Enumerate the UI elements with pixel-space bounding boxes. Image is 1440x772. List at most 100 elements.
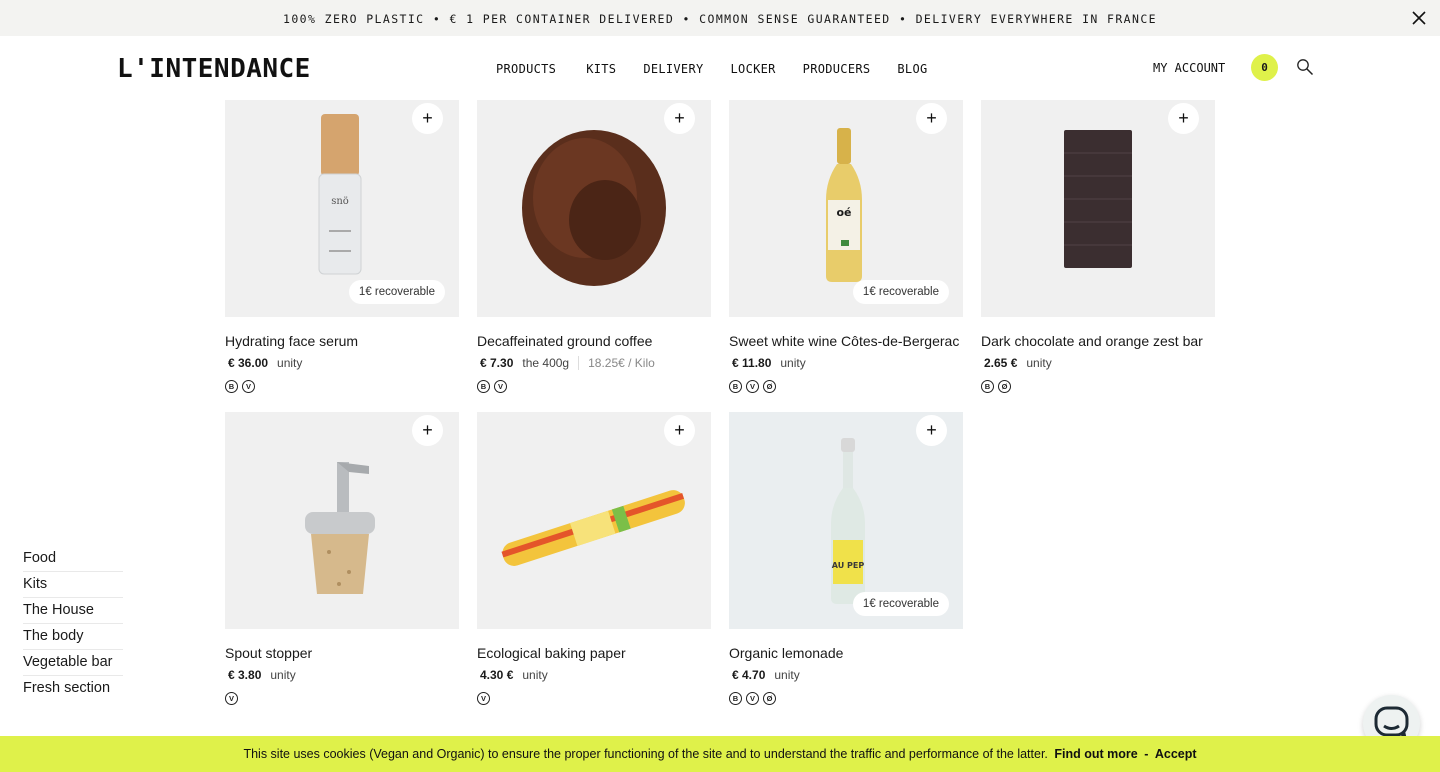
vegan-label-icon: V bbox=[746, 692, 759, 705]
deposit-badge: 1€ recoverable bbox=[348, 280, 445, 304]
sidebar-item-kits[interactable]: Kits bbox=[23, 572, 123, 598]
sidebar-item-the-house[interactable]: The House bbox=[23, 598, 123, 624]
product-image[interactable]: + bbox=[477, 412, 711, 629]
accept-cookies-button[interactable]: Accept bbox=[1155, 747, 1197, 761]
product-image[interactable]: + bbox=[225, 412, 459, 629]
price-row: 4.30 € unity bbox=[477, 667, 711, 683]
product-name[interactable]: Sweet white wine Côtes-de-Bergerac bbox=[729, 333, 963, 349]
product-price: € 3.80 bbox=[228, 668, 262, 682]
sidebar-item-the-body[interactable]: The body bbox=[23, 624, 123, 650]
vegan-label-icon: V bbox=[746, 380, 759, 393]
price-row: € 11.80 unity bbox=[729, 355, 963, 371]
site-logo[interactable]: L'INTENDANCE bbox=[117, 54, 311, 84]
product-unit: unity bbox=[277, 356, 303, 370]
svg-text:AU PEP: AU PEP bbox=[832, 561, 865, 570]
product-name[interactable]: Dark chocolate and orange zest bar bbox=[981, 333, 1215, 349]
vegan-label-icon: V bbox=[477, 692, 490, 705]
gluten-free-label-icon: Ø bbox=[998, 380, 1011, 393]
product-labels: V bbox=[477, 692, 711, 705]
cookie-message: This site uses cookies (Vegan and Organi… bbox=[243, 747, 1048, 761]
nav-products[interactable]: PRODUCTS bbox=[496, 62, 556, 76]
product-card[interactable]: + Ecological baking paper 4.30 € unity V bbox=[477, 412, 711, 705]
cart-button[interactable]: 0 bbox=[1251, 54, 1278, 81]
add-to-cart-button[interactable]: + bbox=[1168, 103, 1199, 134]
organic-label-icon: B bbox=[729, 380, 742, 393]
product-unit: unity bbox=[522, 668, 548, 682]
product-card[interactable]: + Spout stopper € 3.80 unity V bbox=[225, 412, 459, 705]
product-name[interactable]: Hydrating face serum bbox=[225, 333, 459, 349]
product-unit: unity bbox=[780, 356, 806, 370]
product-labels: B V bbox=[225, 380, 459, 393]
gluten-free-label-icon: Ø bbox=[763, 380, 776, 393]
product-card[interactable]: snö + 1€ recoverable Hydrating face seru… bbox=[225, 100, 459, 393]
product-price: € 4.70 bbox=[732, 668, 766, 682]
cookie-banner: This site uses cookies (Vegan and Organi… bbox=[0, 736, 1440, 772]
nav-blog[interactable]: BLOG bbox=[897, 62, 927, 76]
nav-locker[interactable]: LOCKER bbox=[731, 62, 776, 76]
nav-delivery[interactable]: DELIVERY bbox=[643, 62, 703, 76]
product-labels: V bbox=[225, 692, 459, 705]
add-to-cart-button[interactable]: + bbox=[664, 103, 695, 134]
product-image[interactable]: + bbox=[477, 100, 711, 317]
gluten-free-label-icon: Ø bbox=[763, 692, 776, 705]
cookie-separator: - bbox=[1144, 747, 1149, 761]
product-labels: B V Ø bbox=[729, 692, 963, 705]
close-icon[interactable] bbox=[1410, 9, 1428, 27]
product-labels: B V bbox=[477, 380, 711, 393]
site-header: L'INTENDANCE PRODUCTS KITS DELIVERY LOCK… bbox=[0, 36, 1440, 100]
deposit-badge: 1€ recoverable bbox=[852, 280, 949, 304]
product-price: 2.65 € bbox=[984, 356, 1018, 370]
product-unit: unity bbox=[774, 668, 800, 682]
product-name[interactable]: Organic lemonade bbox=[729, 645, 963, 661]
deposit-badge: 1€ recoverable bbox=[852, 592, 949, 616]
find-out-more-link[interactable]: Find out more bbox=[1054, 747, 1137, 761]
organic-label-icon: B bbox=[477, 380, 490, 393]
product-price: € 7.30 bbox=[480, 356, 514, 370]
announcement-bar: 100% ZERO PLASTIC • € 1 PER CONTAINER DE… bbox=[0, 0, 1440, 36]
product-name[interactable]: Spout stopper bbox=[225, 645, 459, 661]
product-card[interactable]: + Dark chocolate and orange zest bar 2.6… bbox=[981, 100, 1215, 393]
product-unit: unity bbox=[1026, 356, 1052, 370]
search-icon[interactable] bbox=[1296, 58, 1314, 76]
nav-producers[interactable]: PRODUCERS bbox=[803, 62, 871, 76]
product-labels: B Ø bbox=[981, 380, 1215, 393]
vegan-label-icon: V bbox=[494, 380, 507, 393]
product-image[interactable]: + bbox=[981, 100, 1215, 317]
price-row: € 3.80 unity bbox=[225, 667, 459, 683]
add-to-cart-button[interactable]: + bbox=[412, 415, 443, 446]
main-nav: PRODUCTS KITS DELIVERY LOCKER PRODUCERS … bbox=[496, 62, 928, 76]
product-price: € 36.00 bbox=[228, 356, 269, 370]
product-image[interactable]: oé + 1€ recoverable bbox=[729, 100, 963, 317]
price-row: 2.65 € unity bbox=[981, 355, 1215, 371]
product-card[interactable]: + Decaffeinated ground coffee € 7.30 the… bbox=[477, 100, 711, 393]
product-name[interactable]: Ecological baking paper bbox=[477, 645, 711, 661]
sidebar-item-vegetable-bar[interactable]: Vegetable bar bbox=[23, 650, 123, 676]
sidebar-item-fresh-section[interactable]: Fresh section bbox=[23, 676, 123, 701]
product-card[interactable]: AU PEP + 1€ recoverable Organic lemonade… bbox=[729, 412, 963, 705]
organic-label-icon: B bbox=[981, 380, 994, 393]
add-to-cart-button[interactable]: + bbox=[664, 415, 695, 446]
product-image[interactable]: AU PEP + 1€ recoverable bbox=[729, 412, 963, 629]
product-price: 4.30 € bbox=[480, 668, 514, 682]
price-per-kilo: 18.25€ / Kilo bbox=[578, 356, 655, 370]
vegan-label-icon: V bbox=[225, 692, 238, 705]
announcement-text: 100% ZERO PLASTIC • € 1 PER CONTAINER DE… bbox=[283, 12, 1157, 26]
nav-kits[interactable]: KITS bbox=[586, 62, 616, 76]
svg-text:oé: oé bbox=[836, 206, 851, 219]
product-price: € 11.80 bbox=[732, 356, 772, 370]
svg-text:snö: snö bbox=[331, 196, 349, 207]
product-name[interactable]: Decaffeinated ground coffee bbox=[477, 333, 711, 349]
organic-label-icon: B bbox=[729, 692, 742, 705]
add-to-cart-button[interactable]: + bbox=[412, 103, 443, 134]
my-account-link[interactable]: MY ACCOUNT bbox=[1153, 61, 1225, 75]
organic-label-icon: B bbox=[225, 380, 238, 393]
vegan-label-icon: V bbox=[242, 380, 255, 393]
product-image[interactable]: snö + 1€ recoverable bbox=[225, 100, 459, 317]
product-card[interactable]: oé + 1€ recoverable Sweet white wine Côt… bbox=[729, 100, 963, 393]
sidebar-item-food[interactable]: Food bbox=[23, 546, 123, 572]
price-row: € 7.30 the 400g 18.25€ / Kilo bbox=[477, 355, 711, 371]
cookie-text: This site uses cookies (Vegan and Organi… bbox=[0, 747, 1440, 761]
price-row: € 36.00 unity bbox=[225, 355, 459, 371]
add-to-cart-button[interactable]: + bbox=[916, 415, 947, 446]
add-to-cart-button[interactable]: + bbox=[916, 103, 947, 134]
